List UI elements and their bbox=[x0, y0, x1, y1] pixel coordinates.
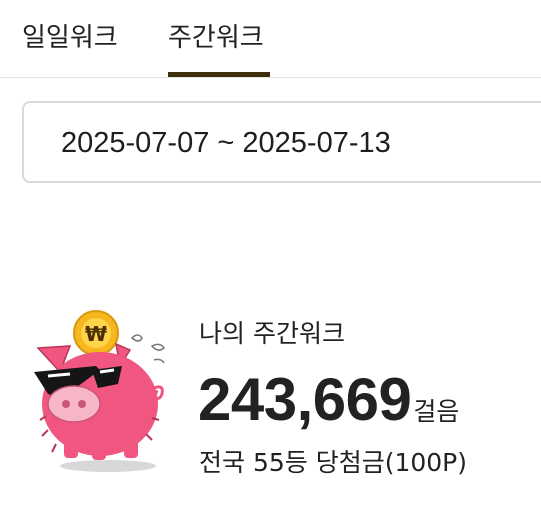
weekly-steps: 243,669걸음 bbox=[198, 365, 459, 435]
svg-text:₩: ₩ bbox=[85, 322, 107, 346]
date-range-text: 2025-07-07 ~ 2025-07-13 bbox=[61, 127, 391, 159]
tab-weekly-walk[interactable]: 주간워크 bbox=[168, 20, 264, 56]
steps-unit: 걸음 bbox=[413, 397, 460, 426]
piggy-bank-coin-icon: ₩ bbox=[26, 306, 176, 476]
my-weekly-walk-label: 나의 주간워크 bbox=[199, 319, 345, 348]
rank-prize-text: 전국 55등 당첨금(100P) bbox=[199, 448, 468, 477]
tab-bar: 일일워크 주간워크 bbox=[0, 0, 541, 78]
steps-value: 243,669 bbox=[198, 366, 412, 433]
tab-daily-walk[interactable]: 일일워크 bbox=[22, 20, 118, 56]
date-range-selector[interactable]: 2025-07-07 ~ 2025-07-13 bbox=[22, 101, 541, 183]
active-tab-indicator bbox=[168, 72, 270, 77]
